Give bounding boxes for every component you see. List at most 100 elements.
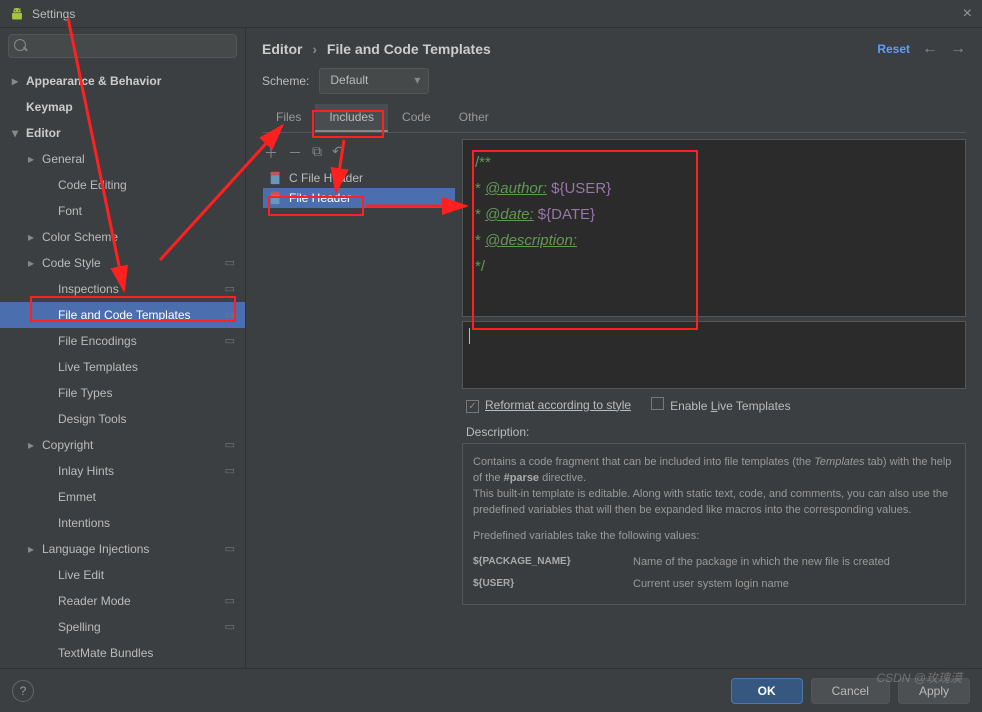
sidebar-item[interactable]: Spelling▭	[0, 614, 245, 640]
content-area: Editor › File and Code Templates Reset ←…	[246, 28, 982, 668]
sidebar-item[interactable]: Editor	[0, 120, 245, 146]
sidebar-item[interactable]: File Types	[0, 380, 245, 406]
sidebar-item[interactable]: Copyright ▭	[0, 432, 245, 458]
revert-icon[interactable]: ↶	[332, 143, 344, 163]
chevron-icon	[28, 436, 40, 454]
scheme-label: Scheme:	[262, 74, 309, 88]
sidebar-item-label: Spelling	[58, 618, 101, 636]
back-icon[interactable]: ←	[922, 40, 938, 58]
sidebar-item-label: Color Scheme	[42, 228, 118, 246]
sidebar-item[interactable]: Inlay Hints▭	[0, 458, 245, 484]
sidebar-item[interactable]: Inspections ▭	[0, 276, 245, 302]
sidebar-item[interactable]: Code Editing	[0, 172, 245, 198]
tab-files[interactable]: Files	[262, 104, 315, 132]
scope-icon: ▭	[225, 436, 235, 454]
tab-includes[interactable]: Includes	[315, 104, 388, 132]
sidebar-item[interactable]: Appearance & Behavior	[0, 68, 245, 94]
sidebar-item[interactable]: Code Style▭	[0, 250, 245, 276]
sidebar-item-label: Design Tools	[58, 410, 126, 428]
sidebar-item[interactable]: File Encodings▭	[0, 328, 245, 354]
sidebar-item[interactable]: General	[0, 146, 245, 172]
help-button[interactable]: ?	[12, 680, 34, 702]
tab-code[interactable]: Code	[388, 104, 445, 132]
breadcrumb: Editor › File and Code Templates	[262, 41, 491, 57]
sidebar-item-label: Code Style	[42, 254, 101, 272]
remove-icon[interactable]: －	[288, 143, 302, 163]
close-icon[interactable]: ×	[963, 5, 972, 23]
file-icon	[269, 171, 283, 185]
preview-area[interactable]	[462, 321, 966, 389]
sidebar-item-label: File Encodings	[58, 332, 137, 350]
sidebar-item[interactable]: File and Code Templates ▭	[0, 302, 245, 328]
sidebar-item[interactable]: Font	[0, 198, 245, 224]
titlebar: Settings ×	[0, 0, 982, 28]
android-icon	[10, 7, 24, 21]
search-input[interactable]	[8, 34, 237, 58]
search-wrap	[0, 28, 245, 64]
chevron-icon	[28, 228, 40, 246]
sidebar-item[interactable]: Reader Mode▭	[0, 588, 245, 614]
scope-icon: ▭	[225, 540, 235, 558]
top-actions: Reset ← →	[877, 40, 966, 58]
sidebar-item-label: Language Injections	[42, 540, 149, 558]
sidebar-item[interactable]: Live Templates	[0, 354, 245, 380]
description-box: Contains a code fragment that can be inc…	[462, 443, 966, 605]
editor-panel: /** * @author: ${USER} * @date: ${DATE} …	[462, 139, 966, 668]
sidebar-item-label: Copyright	[42, 436, 93, 454]
window-title: Settings	[32, 7, 75, 21]
options-row: Reformat according to style Enable Live …	[462, 389, 966, 421]
sidebar-item[interactable]: Language Injections ▭	[0, 536, 245, 562]
ok-button[interactable]: OK	[731, 678, 803, 704]
sidebar-item[interactable]: Color Scheme	[0, 224, 245, 250]
file-icon	[269, 191, 283, 205]
scheme-select[interactable]: Default	[319, 68, 429, 94]
copy-icon[interactable]: ⧉	[312, 143, 322, 163]
sidebar-item-label: TextMate Bundles	[58, 644, 153, 662]
cancel-button[interactable]: Cancel	[811, 678, 890, 704]
breadcrumb-part1: Editor	[262, 41, 302, 57]
sidebar-item[interactable]: Emmet	[0, 484, 245, 510]
live-templates-checkbox[interactable]: Enable Live Templates	[651, 397, 791, 413]
settings-sidebar: Appearance & Behavior Keymap Editor General…	[0, 28, 246, 668]
templates-panel: ＋ － ⧉ ↶ C File HeaderFile Header	[262, 139, 456, 668]
sidebar-item-label: File and Code Templates	[58, 306, 191, 324]
code-editor[interactable]: /** * @author: ${USER} * @date: ${DATE} …	[462, 139, 966, 317]
description-label: Description:	[462, 421, 966, 443]
sidebar-item[interactable]: TODO	[0, 666, 245, 668]
sidebar-item[interactable]: Intentions	[0, 510, 245, 536]
main-layout: Appearance & Behavior Keymap Editor General…	[0, 28, 982, 668]
scheme-row: Scheme: Default	[262, 68, 966, 94]
sidebar-item-label: Intentions	[58, 514, 110, 532]
breadcrumb-row: Editor › File and Code Templates Reset ←…	[262, 40, 966, 58]
sidebar-item-label: Inspections	[58, 280, 119, 298]
sidebar-item-label: Appearance & Behavior	[26, 72, 161, 90]
sidebar-item[interactable]: Live Edit	[0, 562, 245, 588]
reformat-checkbox[interactable]: Reformat according to style	[466, 398, 631, 413]
dialog-footer: ? OK Cancel Apply	[0, 668, 982, 712]
breadcrumb-sep: ›	[312, 41, 317, 57]
sidebar-item-label: File Types	[58, 384, 112, 402]
breadcrumb-part2: File and Code Templates	[327, 41, 491, 57]
chevron-icon	[28, 150, 40, 168]
sidebar-item[interactable]: TextMate Bundles	[0, 640, 245, 666]
template-list[interactable]: C File HeaderFile Header	[262, 167, 456, 668]
apply-button[interactable]: Apply	[898, 678, 970, 704]
settings-tree[interactable]: Appearance & Behavior Keymap Editor General…	[0, 64, 245, 668]
scope-icon: ▭	[225, 592, 235, 610]
forward-icon[interactable]: →	[950, 40, 966, 58]
sidebar-item-label: General	[42, 150, 85, 168]
chevron-icon	[12, 72, 24, 90]
chevron-icon	[28, 254, 40, 272]
chevron-icon	[28, 540, 40, 558]
template-toolbar: ＋ － ⧉ ↶	[262, 139, 456, 167]
tab-other[interactable]: Other	[445, 104, 503, 132]
scope-icon: ▭	[225, 280, 235, 298]
reset-link[interactable]: Reset	[877, 42, 910, 56]
sidebar-item[interactable]: Design Tools	[0, 406, 245, 432]
add-icon[interactable]: ＋	[264, 143, 278, 163]
sidebar-item-label: Keymap	[26, 98, 73, 116]
template-item[interactable]: C File Header	[263, 168, 455, 188]
sidebar-item[interactable]: Keymap	[0, 94, 245, 120]
template-item[interactable]: File Header	[263, 188, 455, 208]
scope-icon: ▭	[225, 306, 235, 324]
